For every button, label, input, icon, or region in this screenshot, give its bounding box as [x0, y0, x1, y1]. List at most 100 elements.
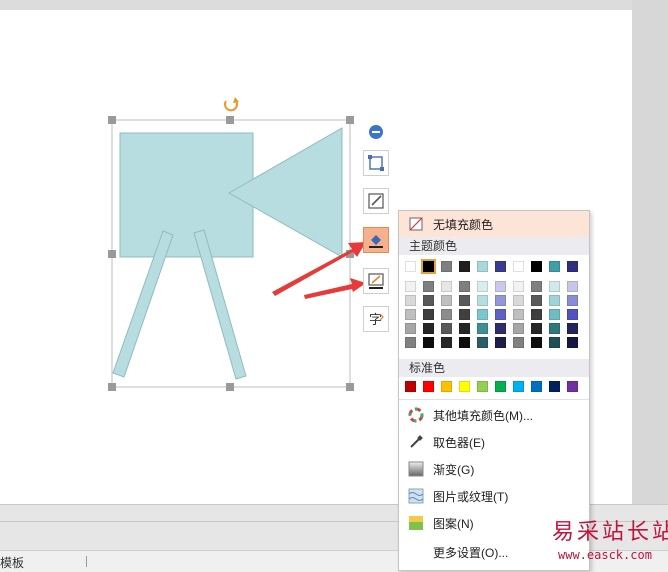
- theme-shade-swatch[interactable]: [423, 337, 434, 348]
- theme-shade-swatch[interactable]: [459, 323, 470, 334]
- menu-pattern-label: 图案(N): [433, 516, 474, 531]
- theme-shade-swatch[interactable]: [405, 309, 416, 320]
- theme-shade-swatch[interactable]: [405, 337, 416, 348]
- menu-eyedropper-label: 取色器(E): [433, 435, 485, 450]
- menu-no-fill-label: 无填充颜色: [433, 217, 494, 232]
- theme-shade-swatch[interactable]: [423, 323, 434, 334]
- theme-color-swatch[interactable]: [441, 261, 452, 272]
- theme-shade-swatch[interactable]: [477, 295, 488, 306]
- standard-color-swatch[interactable]: [531, 381, 542, 392]
- theme-shade-swatch[interactable]: [441, 323, 452, 334]
- watermark: 易采站长站 www.easck.com: [548, 500, 668, 571]
- standard-color-swatch[interactable]: [513, 381, 524, 392]
- theme-shade-swatch[interactable]: [567, 281, 578, 292]
- theme-shade-swatch[interactable]: [477, 309, 488, 320]
- watermark-url: www.easck.com: [558, 548, 652, 562]
- theme-shade-swatch[interactable]: [459, 281, 470, 292]
- theme-colors-heading: 主题颜色: [399, 237, 589, 255]
- theme-shade-swatch[interactable]: [549, 295, 560, 306]
- handle-bottom-right: [346, 383, 354, 391]
- theme-color-swatch[interactable]: [531, 261, 542, 272]
- theme-shade-swatch[interactable]: [459, 309, 470, 320]
- pen-outline-icon: [368, 273, 384, 289]
- crop-frame-icon: [368, 155, 384, 171]
- standard-color-swatch[interactable]: [567, 381, 578, 392]
- theme-color-swatch[interactable]: [567, 261, 578, 272]
- theme-shade-swatch[interactable]: [567, 309, 578, 320]
- watermark-text: 易采站长站: [552, 520, 668, 545]
- theme-shade-swatch[interactable]: [513, 309, 524, 320]
- standard-color-swatch[interactable]: [477, 381, 488, 392]
- theme-shade-swatch[interactable]: [441, 281, 452, 292]
- theme-shade-swatch[interactable]: [477, 281, 488, 292]
- theme-shade-swatch[interactable]: [405, 295, 416, 306]
- theme-shade-swatch[interactable]: [531, 281, 542, 292]
- standard-color-swatch[interactable]: [423, 381, 434, 392]
- theme-color-swatch[interactable]: [459, 261, 470, 272]
- standard-color-swatch[interactable]: [459, 381, 470, 392]
- texture-icon: [407, 487, 425, 505]
- paint-bucket-icon: [369, 235, 383, 248]
- theme-shade-swatch[interactable]: [531, 323, 542, 334]
- fill-color-tool[interactable]: [363, 227, 389, 253]
- theme-shade-swatch[interactable]: [567, 295, 578, 306]
- theme-shade-swatch[interactable]: [459, 337, 470, 348]
- theme-shade-swatch[interactable]: [441, 309, 452, 320]
- standard-color-swatch[interactable]: [495, 381, 506, 392]
- menu-eyedropper[interactable]: 取色器(E): [399, 429, 589, 455]
- theme-shade-swatch[interactable]: [549, 337, 560, 348]
- standard-colors-heading: 标准色: [399, 359, 589, 377]
- theme-shade-swatch[interactable]: [495, 309, 506, 320]
- theme-shade-swatch[interactable]: [423, 309, 434, 320]
- theme-shade-swatch[interactable]: [495, 323, 506, 334]
- handle-bottom-left: [108, 383, 116, 391]
- theme-shade-swatch[interactable]: [477, 323, 488, 334]
- collapse-toolbar-button[interactable]: [369, 125, 383, 139]
- theme-shade-swatch[interactable]: [423, 295, 434, 306]
- theme-shade-swatch[interactable]: [567, 337, 578, 348]
- text-char-icon: 字: [369, 313, 384, 328]
- theme-shade-swatch[interactable]: [549, 281, 560, 292]
- theme-shade-swatch[interactable]: [549, 309, 560, 320]
- theme-shade-swatch[interactable]: [531, 309, 542, 320]
- menu-gradient[interactable]: 渐变(G): [399, 456, 589, 482]
- theme-shade-swatch[interactable]: [423, 281, 434, 292]
- theme-shade-swatch[interactable]: [441, 295, 452, 306]
- arrow-to-outline-tool: [304, 278, 366, 299]
- theme-shade-swatch[interactable]: [405, 323, 416, 334]
- theme-shade-swatch[interactable]: [513, 281, 524, 292]
- menu-more-settings-label: 更多设置(O)...: [433, 545, 509, 560]
- theme-shade-swatch[interactable]: [405, 281, 416, 292]
- standard-color-swatch[interactable]: [441, 381, 452, 392]
- theme-color-swatch[interactable]: [477, 261, 488, 272]
- shape-select-tool[interactable]: [363, 150, 389, 176]
- theme-color-swatch[interactable]: [495, 261, 506, 272]
- theme-color-swatch[interactable]: [421, 259, 436, 274]
- no-fill-icon: [407, 215, 425, 233]
- text-wrap-tool[interactable]: 字: [363, 306, 389, 332]
- theme-shade-swatch[interactable]: [513, 337, 524, 348]
- standard-color-swatch[interactable]: [549, 381, 560, 392]
- theme-shade-swatch[interactable]: [441, 337, 452, 348]
- edit-shape-tool[interactable]: [363, 188, 389, 214]
- handle-top-left: [108, 116, 116, 124]
- theme-shade-swatch[interactable]: [495, 295, 506, 306]
- standard-color-swatch[interactable]: [405, 381, 416, 392]
- theme-shade-swatch[interactable]: [531, 337, 542, 348]
- outline-color-tool[interactable]: [363, 268, 389, 294]
- theme-color-swatch[interactable]: [513, 261, 524, 272]
- theme-color-swatch[interactable]: [549, 261, 560, 272]
- theme-shade-swatch[interactable]: [567, 323, 578, 334]
- theme-shade-swatch[interactable]: [459, 295, 470, 306]
- theme-shade-swatch[interactable]: [531, 295, 542, 306]
- menu-more-fill-colors[interactable]: 其他填充颜色(M)...: [399, 402, 589, 428]
- theme-shade-swatch[interactable]: [495, 337, 506, 348]
- theme-shade-swatch[interactable]: [513, 323, 524, 334]
- theme-shade-swatch[interactable]: [495, 281, 506, 292]
- menu-no-fill[interactable]: 无填充颜色: [399, 211, 589, 237]
- theme-shade-swatch[interactable]: [477, 337, 488, 348]
- theme-color-swatch[interactable]: [405, 261, 416, 272]
- theme-shade-swatch[interactable]: [549, 323, 560, 334]
- rotate-handle-icon[interactable]: [224, 97, 239, 112]
- theme-shade-swatch[interactable]: [513, 295, 524, 306]
